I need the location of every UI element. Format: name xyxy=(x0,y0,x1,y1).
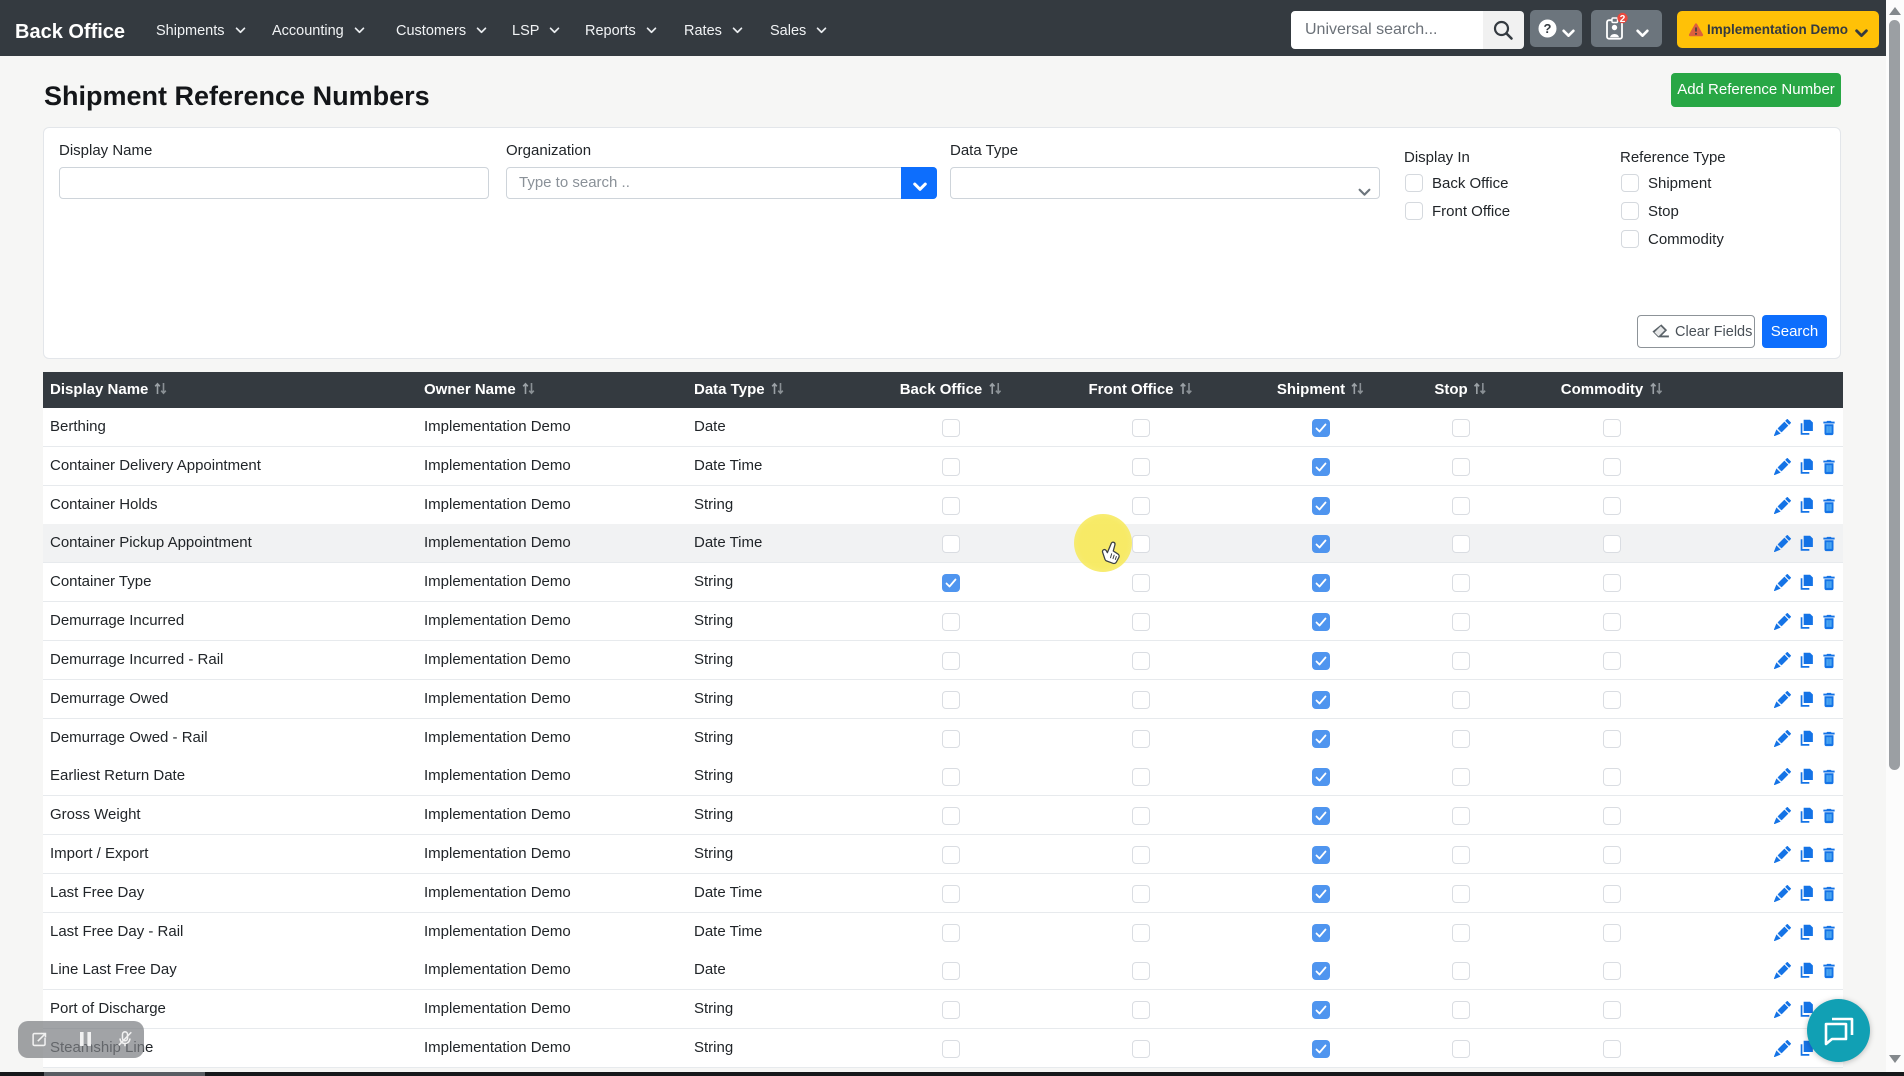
svg-text:2: 2 xyxy=(1620,14,1626,25)
svg-text:?: ? xyxy=(1544,21,1552,36)
